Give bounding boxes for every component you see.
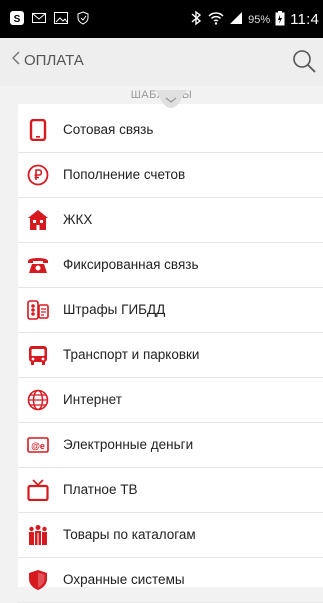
tv-icon	[27, 478, 49, 501]
list-item-label: ЖКХ	[63, 212, 93, 227]
back-button[interactable]: ОПЛАТА	[11, 51, 84, 70]
page-title: ОПЛАТА	[24, 52, 84, 69]
list-item-traffic-fines[interactable]: Штрафы ГИБДД	[18, 287, 323, 333]
signal-icon	[229, 11, 243, 28]
emoney-icon: @e	[27, 434, 49, 456]
list-item-label: Пополнение счетов	[63, 167, 186, 182]
clock: 11:4	[290, 11, 319, 28]
chevron-left-icon	[11, 51, 20, 70]
list-item-label: Фиксированная связь	[63, 257, 199, 272]
list-item-mobile[interactable]: Сотовая связь	[18, 107, 323, 153]
search-button[interactable]	[291, 48, 317, 74]
globe-icon	[27, 389, 49, 411]
list-item-account-topup[interactable]: Пополнение счетов	[18, 152, 323, 198]
list-item-label: Товары по каталогам	[63, 527, 196, 542]
wifi-icon	[208, 10, 224, 29]
list-item-label: Интернет	[63, 392, 122, 407]
list-item-label: Охранные системы	[63, 572, 185, 587]
bus-icon	[27, 344, 49, 366]
ruble-icon	[27, 164, 49, 186]
mail-icon	[32, 11, 46, 25]
svg-text:@e: @e	[31, 441, 45, 451]
mobile-phone-icon	[27, 118, 49, 141]
list-item-paid-tv[interactable]: Платное ТВ	[18, 467, 323, 513]
list-item-transport[interactable]: Транспорт и парковки	[18, 332, 323, 378]
payment-category-list: Сотовая связь Пополнение счетов ЖКХ Фикс…	[18, 104, 323, 603]
app-bar: ОПЛАТА	[0, 38, 323, 86]
skype-icon: S	[10, 11, 24, 25]
list-item-label: Транспорт и парковки	[63, 347, 200, 362]
list-item-label: Сотовая связь	[63, 122, 154, 137]
status-bar: S 95% 11:4	[0, 0, 323, 38]
list-item-label: Платное ТВ	[63, 482, 138, 497]
list-item-label: Штрафы ГИБДД	[63, 302, 166, 317]
list-item-catalog-goods[interactable]: Товары по каталогам	[18, 512, 323, 558]
list-item-landline[interactable]: Фиксированная связь	[18, 242, 323, 288]
battery-icon	[275, 10, 285, 29]
list-item-internet[interactable]: Интернет	[18, 377, 323, 423]
shield-icon	[76, 11, 90, 25]
search-icon	[291, 50, 317, 78]
list-item-label: Электронные деньги	[63, 437, 194, 452]
landline-phone-icon	[27, 254, 49, 276]
image-icon	[54, 11, 68, 25]
list-item-security-systems[interactable]: Охранные системы	[18, 557, 323, 603]
templates-pulldown[interactable]: ШАБЛОНЫ	[0, 86, 323, 112]
people-icon	[27, 524, 49, 546]
list-item-emoney[interactable]: @e Электронные деньги	[18, 422, 323, 468]
traffic-fine-icon	[27, 299, 49, 321]
bluetooth-icon	[189, 10, 203, 29]
battery-percent: 95%	[248, 13, 271, 26]
svg-text:S: S	[14, 14, 21, 25]
list-item-utilities[interactable]: ЖКХ	[18, 197, 323, 243]
chevron-down-icon	[151, 88, 191, 110]
house-icon	[27, 209, 49, 231]
shield-icon	[27, 569, 49, 591]
